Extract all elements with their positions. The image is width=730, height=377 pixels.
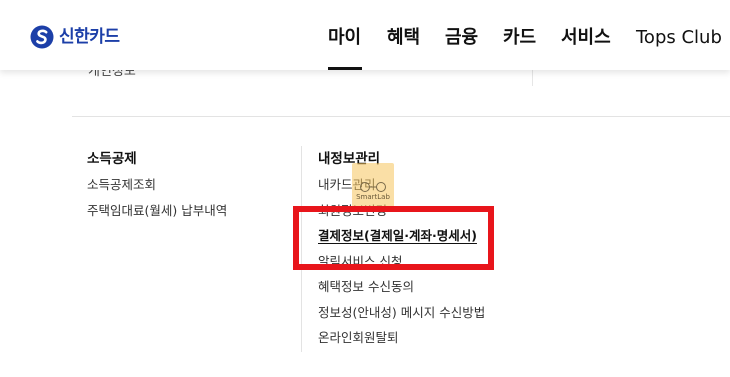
active-tab-indicator: [328, 67, 362, 70]
watermark: SmartLab: [352, 163, 394, 211]
top-header: 신한카드 마이 혜택 금융 카드 서비스 Tops Club: [0, 0, 730, 70]
shinhan-s-logo-icon: [30, 25, 54, 49]
menu-item-withdraw-membership[interactable]: 온라인회원탈퇴: [318, 330, 485, 345]
menu-item-benefit-consent[interactable]: 혜택정보 수신동의: [318, 279, 485, 294]
menu-column-income-deduction: 소득공제 소득공제조회 주택임대료(월세) 납부내역: [87, 150, 227, 228]
menu-item-rent-payment-history[interactable]: 주택임대료(월세) 납부내역: [87, 203, 227, 218]
glasses-icon: [360, 182, 386, 192]
gnb-item-service[interactable]: 서비스: [561, 24, 611, 52]
menu-item-payment-info[interactable]: 결제정보(결제일·계좌·명세서): [318, 228, 485, 243]
menu-item-message-method[interactable]: 정보성(안내성) 메시지 수신방법: [318, 305, 485, 320]
gnb-item-my[interactable]: 마이: [328, 24, 361, 52]
watermark-text: SmartLab: [356, 193, 390, 201]
previous-section: 개인정보: [72, 64, 730, 117]
menu-item-my-card[interactable]: 내카드관리: [318, 177, 485, 192]
gnb-item-benefit[interactable]: 혜택: [387, 24, 420, 52]
gnb-item-finance[interactable]: 금융: [445, 24, 478, 52]
gnb-item-card[interactable]: 카드: [503, 24, 536, 52]
brand-name: 신한카드: [59, 27, 120, 47]
menu-item-notification-service[interactable]: 알림서비스 신청: [318, 254, 485, 269]
gnb-item-tops-club[interactable]: Tops Club: [636, 24, 722, 52]
column-title: 소득공제: [87, 151, 137, 167]
menu-item-member-info-change[interactable]: 회원정보변경: [318, 203, 485, 218]
column-divider: [301, 146, 302, 352]
menu-item-income-deduction-inquiry[interactable]: 소득공제조회: [87, 177, 227, 192]
menu-column-my-info: 내정보관리 내카드관리 회원정보변경 결제정보(결제일·계좌·명세서) 알림서비…: [318, 150, 485, 356]
column-title: 내정보관리: [318, 151, 381, 167]
column-divider-top: [532, 70, 533, 86]
brand-logo[interactable]: 신한카드: [30, 24, 120, 50]
